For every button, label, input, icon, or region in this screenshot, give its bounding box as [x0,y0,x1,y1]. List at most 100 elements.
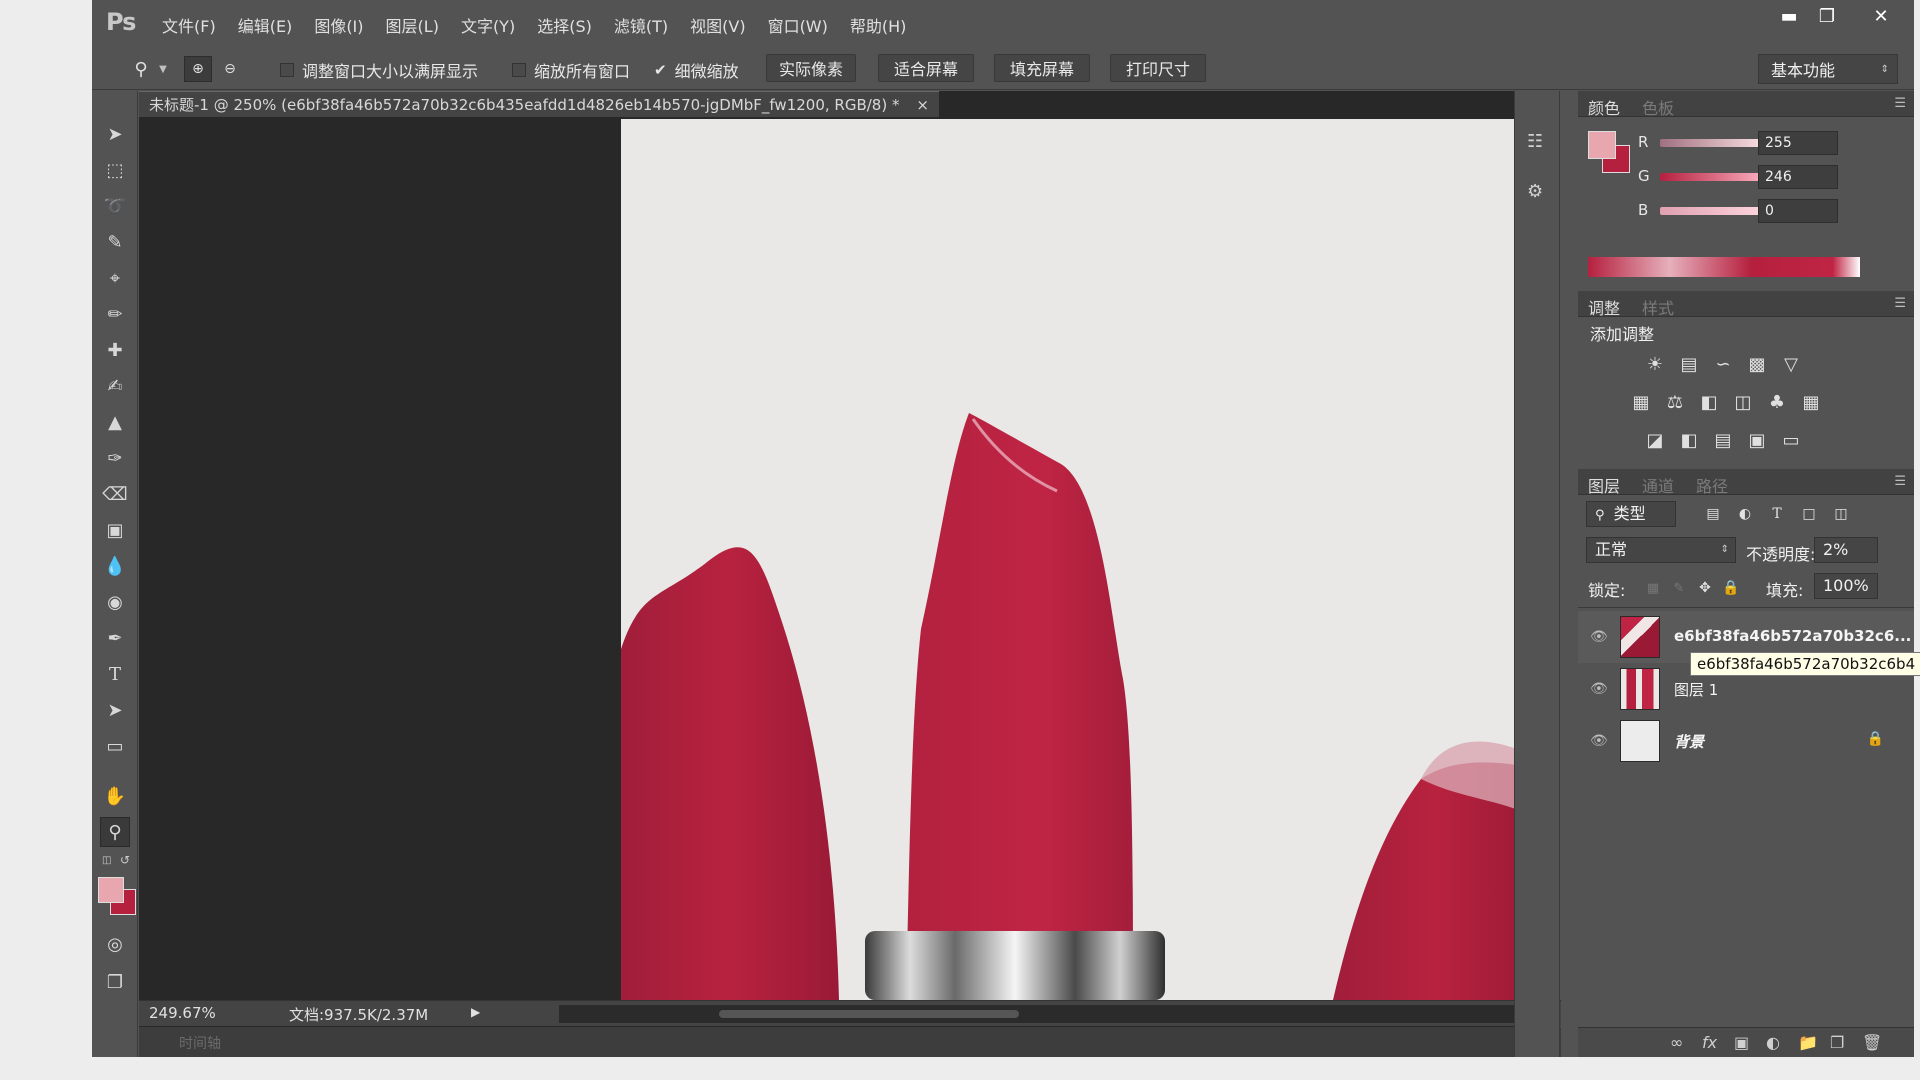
brightness-contrast-icon[interactable]: ☀ [1644,353,1666,375]
tab-color[interactable]: 颜色 [1588,95,1620,119]
tab-layers[interactable]: 图层 [1588,473,1620,497]
close-button[interactable]: ✕ [1864,6,1898,34]
quick-selection-tool-icon[interactable]: ✎ [100,227,130,257]
tab-channels[interactable]: 通道 [1642,473,1674,497]
zoom-tool-preset-icon[interactable]: ⚲ [126,56,156,82]
zoom-tool-icon[interactable]: ⚲ [100,817,130,847]
adjustment-filter-icon[interactable]: ◐ [1734,503,1756,525]
red-value-input[interactable]: 255 [1758,131,1838,155]
brush-tool-icon[interactable]: ✍ [100,371,130,401]
menu-type[interactable]: 文字(Y) [461,13,515,37]
color-balance-icon[interactable]: ⚖ [1664,391,1686,413]
black-white-icon[interactable]: ◧ [1698,391,1720,413]
workspace-switcher[interactable]: 基本功能 ⇕ [1758,54,1898,84]
restore-button[interactable]: ❐ [1810,6,1844,34]
new-adjustment-icon[interactable]: ◐ [1766,1033,1780,1052]
selective-color-icon[interactable]: ▣ [1746,429,1768,451]
quick-mask-icon[interactable]: ◎ [100,929,130,959]
eraser-tool-icon[interactable]: ⌫ [100,479,130,509]
link-layers-icon[interactable]: ∞ [1670,1033,1683,1052]
photo-filter-icon[interactable]: ◫ [1732,391,1754,413]
lock-pixels-icon[interactable]: ✎ [1668,577,1690,599]
green-slider[interactable] [1660,173,1770,181]
pen-tool-icon[interactable]: ✒ [100,623,130,653]
timeline-bar[interactable]: 时间轴 [139,1027,1561,1057]
scrubby-zoom-checkbox[interactable]: ✔ 细微缩放 [654,58,739,82]
default-colors-icon[interactable]: ◫ [102,855,116,869]
lock-all-icon[interactable]: 🔒 [1720,577,1742,599]
screen-mode-icon[interactable]: ❐ [100,967,130,997]
visibility-eye-icon[interactable]: 👁 [1590,733,1608,749]
play-arrow-icon[interactable]: ▶ [471,1005,480,1019]
vibrance-icon[interactable]: ▽ [1780,353,1802,375]
green-value-input[interactable]: 246 [1758,165,1838,189]
marquee-tool-icon[interactable]: ⬚ [100,155,130,185]
zoom-all-checkbox[interactable]: 缩放所有窗口 [512,58,630,82]
menu-layer[interactable]: 图层(L) [386,13,439,37]
chevron-down-icon[interactable]: ▼ [156,56,170,82]
eyedropper-tool-icon[interactable]: ✏ [100,299,130,329]
fx-icon[interactable]: fx [1702,1033,1717,1052]
visibility-eye-icon[interactable]: 👁 [1590,629,1608,645]
new-layer-icon[interactable]: ❐ [1830,1033,1844,1052]
shape-filter-icon[interactable]: □ [1798,503,1820,525]
foreground-color-swatch[interactable] [98,877,124,903]
threshold-icon[interactable]: ▤ [1712,429,1734,451]
new-group-icon[interactable]: 📁 [1798,1033,1818,1052]
color-panel-foreground-swatch[interactable] [1588,131,1616,159]
zoom-level[interactable]: 249.67% [149,1004,216,1022]
fit-screen-button[interactable]: 适合屏幕 [878,54,974,82]
menu-select[interactable]: 选择(S) [537,13,592,37]
type-filter-icon[interactable]: T [1766,503,1788,525]
move-tool-icon[interactable]: ➤ [100,119,130,149]
blend-mode-dropdown[interactable]: 正常 ⇕ [1586,537,1736,563]
layer-name[interactable]: 图层 1 [1674,679,1718,700]
zoom-out-icon[interactable]: ⊖ [216,56,244,82]
crop-tool-icon[interactable]: ⌖ [100,263,130,293]
color-lookup-icon[interactable]: ▦ [1800,391,1822,413]
fill-input[interactable]: 100% [1814,573,1878,599]
layer-name[interactable]: 背景 [1674,731,1704,752]
horizontal-scroll-thumb[interactable] [719,1010,1019,1018]
delete-layer-icon[interactable]: 🗑 [1862,1033,1882,1052]
exposure-icon[interactable]: ▩ [1746,353,1768,375]
lock-position-icon[interactable]: ✥ [1694,577,1716,599]
blue-slider[interactable] [1660,207,1770,215]
panel-menu-icon[interactable]: ☰ [1894,296,1906,311]
fill-screen-button[interactable]: 填充屏幕 [994,54,1090,82]
layer-filter-dropdown[interactable]: ⚲ 类型 [1586,501,1676,527]
tab-adjustments[interactable]: 调整 [1588,295,1620,319]
document-tab-close-button[interactable]: × [916,92,929,117]
invert-icon[interactable]: ◪ [1644,429,1666,451]
levels-icon[interactable]: ▤ [1678,353,1700,375]
swap-colors-icon[interactable]: ↺ [120,853,130,867]
minimize-button[interactable]: ▬ [1772,6,1806,34]
lock-transparent-icon[interactable]: ▦ [1642,577,1664,599]
rectangle-tool-icon[interactable]: ▭ [100,731,130,761]
red-slider[interactable] [1660,139,1770,147]
opacity-input[interactable]: 2% [1814,537,1878,563]
panel-menu-icon[interactable]: ☰ [1894,96,1906,111]
zoom-in-icon[interactable]: ⊕ [184,56,212,82]
horizontal-scrollbar[interactable] [559,1005,1559,1023]
actual-pixels-button[interactable]: 实际像素 [766,54,856,82]
history-brush-tool-icon[interactable]: ✑ [100,443,130,473]
posterize-icon[interactable]: ◧ [1678,429,1700,451]
menu-file[interactable]: 文件(F) [162,13,216,37]
channel-mixer-icon[interactable]: ♣ [1766,391,1788,413]
panel-menu-icon[interactable]: ☰ [1894,474,1906,489]
tab-paths[interactable]: 路径 [1696,473,1728,497]
blue-value-input[interactable]: 0 [1758,199,1838,223]
visibility-eye-icon[interactable]: 👁 [1590,681,1608,697]
menu-help[interactable]: 帮助(H) [850,13,907,37]
path-selection-tool-icon[interactable]: ➤ [100,695,130,725]
resize-windows-checkbox[interactable]: 调整窗口大小以满屏显示 [280,58,478,82]
menu-window[interactable]: 窗口(W) [768,13,828,37]
menu-filter[interactable]: 滤镜(T) [614,13,668,37]
smart-object-filter-icon[interactable]: ◫ [1830,503,1852,525]
lasso-tool-icon[interactable]: ➰ [100,191,130,221]
healing-brush-tool-icon[interactable]: ✚ [100,335,130,365]
tab-styles[interactable]: 样式 [1642,295,1674,319]
dodge-tool-icon[interactable]: ◉ [100,587,130,617]
properties-icon[interactable]: ⚙ [1527,181,1543,202]
